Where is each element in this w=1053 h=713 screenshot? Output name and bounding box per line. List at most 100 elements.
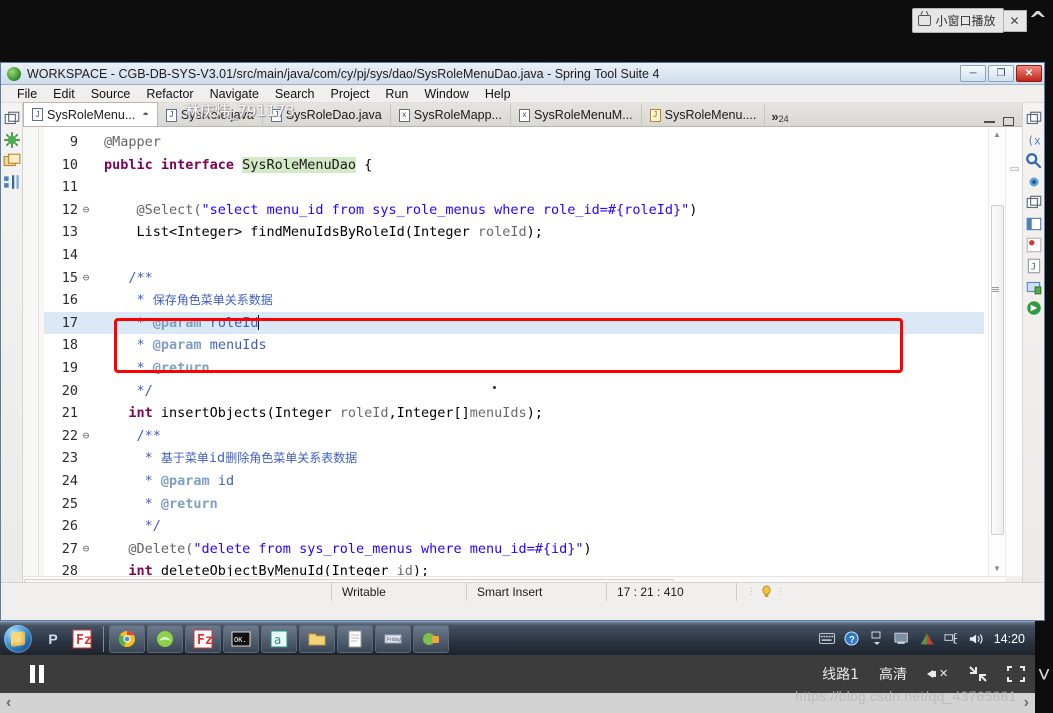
menu-item-window[interactable]: Window (416, 87, 476, 101)
editor-overview-ruler[interactable] (1005, 127, 1022, 576)
shrink-arrows-icon[interactable] (969, 666, 987, 682)
console-view-icon[interactable] (1025, 215, 1043, 233)
problems-view-icon[interactable] (1025, 236, 1043, 254)
editor-marker-bar[interactable] (23, 127, 39, 576)
menu-item-navigate[interactable]: Navigate (202, 87, 267, 101)
code-editor[interactable]: 9 @Mapper 10 public interface SysRoleMenuDa… (23, 127, 1022, 576)
menu-item-project[interactable]: Project (323, 87, 378, 101)
code-line[interactable]: 9 @Mapper (44, 131, 984, 154)
code-line[interactable]: 25 * @return (44, 493, 984, 516)
editor-vertical-scrollbar[interactable]: ▲ ▼ (988, 127, 1005, 576)
help-icon[interactable]: ? (844, 631, 860, 647)
taskbar-filezilla-icon[interactable]: Fz (185, 624, 221, 653)
quality-label[interactable]: 高清 (879, 664, 907, 684)
code-line[interactable]: 22 ⊖ /** (44, 425, 984, 448)
debug-view-icon[interactable] (1025, 173, 1043, 191)
minimize-editor-icon[interactable] (984, 120, 995, 123)
code-line[interactable]: 10 public interface SysRoleMenuDao { (44, 154, 984, 177)
tab-close-icon[interactable]: ◓ (142, 109, 149, 121)
code-line[interactable]: 13 List<Integer> findMenuIdsByRoleId(Int… (44, 221, 984, 244)
quick-launch-filezilla-icon[interactable]: Fz (69, 625, 95, 653)
terminal-view-icon[interactable] (1025, 299, 1043, 317)
scroll-up-arrow-icon[interactable]: ▲ (989, 127, 1005, 142)
taskbar-app-icon[interactable]: Friday 1 (375, 624, 411, 653)
code-line[interactable]: 28 int deleteObjectByMenuId(Integer id); (44, 560, 984, 576)
taskbar-notepad-icon[interactable] (337, 624, 373, 653)
javadoc-view-icon[interactable]: J (1025, 257, 1043, 275)
menu-item-run[interactable]: Run (377, 87, 416, 101)
display-settings-icon[interactable] (894, 631, 910, 647)
triangle-icon[interactable] (919, 631, 935, 647)
volume-mute-icon[interactable]: ✕ (927, 666, 949, 682)
taskbar-folder-icon[interactable] (299, 624, 335, 653)
search-view-icon[interactable] (1025, 152, 1043, 170)
fold-toggle-icon[interactable]: ⊖ (80, 199, 92, 222)
tab-sysrolemenumapper-xml[interactable]: x SysRoleMenuM... (511, 104, 642, 126)
fold-toggle-icon[interactable]: ⊖ (80, 425, 92, 448)
scrollbar-thumb[interactable] (991, 205, 1004, 535)
pip-close-button[interactable]: ✕ (1003, 9, 1027, 32)
code-line[interactable]: 19 * @return (44, 357, 984, 380)
project-explorer-icon[interactable] (3, 152, 21, 170)
restore-view-icon[interactable] (3, 110, 21, 128)
network-icon[interactable] (944, 631, 960, 647)
status-bulb-cell[interactable]: ⋮ ⋮ (736, 582, 796, 601)
code-line[interactable]: 27 ⊖ @Delete("delete from sys_role_menus … (44, 538, 984, 561)
menu-item-help[interactable]: Help (477, 87, 519, 101)
code-line[interactable]: 14 (44, 244, 984, 267)
taskbar-editplus-icon[interactable]: a (261, 624, 297, 653)
code-line[interactable]: 21 int insertObjects(Integer roleId,Inte… (44, 402, 984, 425)
code-line[interactable]: 24 * @param id (44, 470, 984, 493)
next-page-button[interactable]: › (1024, 694, 1029, 712)
fold-toggle-icon[interactable]: ⊖ (80, 538, 92, 561)
package-explorer-icon[interactable] (3, 131, 21, 149)
show-hidden-icons-icon[interactable] (869, 631, 885, 647)
close-button[interactable]: ✕ (1016, 65, 1042, 82)
menu-item-edit[interactable]: Edit (45, 87, 83, 101)
pip-playback-button[interactable]: 小窗口播放 (912, 8, 1004, 33)
restore-view-icon-right2[interactable] (1025, 194, 1043, 212)
route-label[interactable]: 线路1 (822, 664, 859, 684)
code-line[interactable]: 20 */ (44, 380, 984, 403)
code-line[interactable]: 15 ⊖ /** (44, 267, 984, 290)
variables-view-icon[interactable]: (x) (1025, 131, 1043, 149)
menu-item-refactor[interactable]: Refactor (138, 87, 201, 101)
code-line[interactable]: 23 * 基于菜单id删除角色菜单关系表数据 (44, 447, 984, 470)
code-line[interactable]: 16 * 保存角色菜单关系数据 (44, 289, 984, 312)
servers-view-icon[interactable] (1025, 278, 1043, 296)
scroll-down-arrow-icon[interactable]: ▼ (989, 561, 1005, 576)
tab-overflow-button[interactable]: » 24 (765, 109, 794, 126)
tab-sysrolemenu-other[interactable]: J SysRoleMenu.... (642, 104, 766, 126)
code-line[interactable]: 26 */ (44, 515, 984, 538)
taskbar-browser-icon[interactable] (147, 624, 183, 653)
fullscreen-icon[interactable] (1007, 666, 1025, 682)
tab-sysrolemapper-xml[interactable]: x SysRoleMapp... (391, 104, 511, 126)
restore-button[interactable]: ❐ (988, 65, 1014, 82)
chevron-up-icon[interactable]: ^ (1029, 9, 1047, 31)
menu-item-source[interactable]: Source (83, 87, 139, 101)
fold-toggle-icon[interactable]: ⊖ (80, 267, 92, 290)
code-line[interactable]: 11 (44, 176, 984, 199)
code-text-area[interactable]: 9 @Mapper 10 public interface SysRoleMenuDa… (44, 127, 984, 576)
maximize-editor-icon[interactable] (1003, 117, 1014, 126)
pause-button[interactable] (30, 665, 56, 683)
code-line[interactable]: 12 ⊖ @Select("select menu_id from sys_rol… (44, 199, 984, 222)
taskbar-clock[interactable]: 14:20 (994, 632, 1025, 646)
code-line[interactable]: 18 * @param menuIds (44, 334, 984, 357)
minimize-button[interactable]: ─ (960, 65, 986, 82)
prev-page-button[interactable]: ‹ (6, 694, 11, 712)
outline-view-icon[interactable] (3, 173, 21, 191)
menu-item-search[interactable]: Search (267, 87, 323, 101)
code-line[interactable]: 17 * @param roleId (44, 311, 984, 335)
quick-launch-p-icon[interactable]: P (40, 625, 66, 653)
menu-item-file[interactable]: File (9, 87, 45, 101)
windows-start-orb-icon[interactable] (4, 624, 32, 653)
chevron-down-icon[interactable]: ˅ (1035, 662, 1053, 688)
restore-view-icon-right[interactable] (1025, 110, 1043, 128)
taskbar-terminal-icon[interactable]: OK. (223, 624, 259, 653)
taskbar-chrome-icon[interactable] (109, 624, 145, 653)
tab-sysrolemenu-dao[interactable]: J SysRoleMenu... ◓ (23, 102, 158, 126)
keyboard-icon[interactable] (818, 631, 835, 647)
volume-icon[interactable] (969, 631, 985, 647)
taskbar-tool-icon[interactable] (413, 624, 449, 653)
